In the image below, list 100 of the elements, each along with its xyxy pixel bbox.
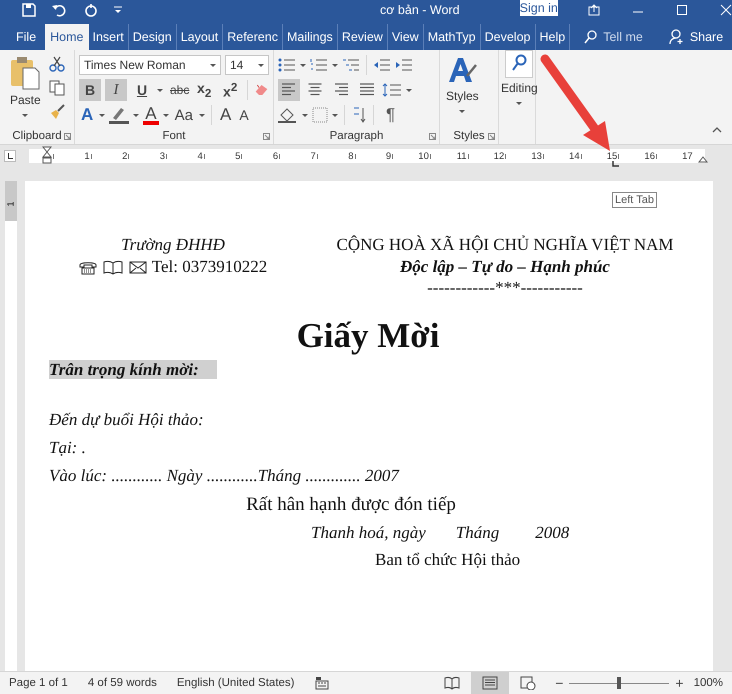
dialog-launcher-icon[interactable] — [64, 133, 71, 140]
ruler-number: 6 — [272, 150, 278, 162]
envelope-icon — [128, 260, 147, 274]
caret-icon[interactable] — [198, 114, 205, 116]
ruler-number: 12 — [494, 150, 504, 162]
page-count[interactable]: Page 1 of 1 — [9, 677, 68, 689]
caret-icon[interactable] — [406, 88, 412, 92]
format-button[interactable]: B — [79, 79, 101, 101]
collapse-ribbon-icon[interactable] — [712, 127, 722, 133]
caret-icon[interactable] — [210, 64, 216, 66]
zoom-in-button[interactable]: + — [675, 675, 684, 691]
dialog-launcher-icon[interactable] — [429, 133, 436, 140]
undo-icon[interactable] — [52, 3, 68, 17]
search-icon — [584, 30, 598, 44]
font-size-field[interactable]: 14 — [225, 55, 269, 75]
caret-icon[interactable] — [157, 88, 163, 92]
text-effects-button[interactable]: A — [79, 105, 96, 125]
shrink-font-button[interactable]: A — [237, 107, 251, 123]
ruler-number: 14 — [569, 150, 580, 162]
ruler-number: 9 — [386, 150, 392, 162]
page-icon — [482, 676, 498, 690]
shading-icon[interactable] — [278, 107, 298, 123]
font-color-button[interactable]: A — [143, 106, 159, 124]
line-spacing-icon[interactable] — [382, 83, 402, 97]
align-right-icon — [333, 82, 349, 96]
caret-icon[interactable] — [302, 114, 308, 116]
ruler-number: 8 — [348, 150, 354, 162]
close-icon[interactable] — [720, 4, 732, 16]
slider-thumb[interactable] — [617, 677, 622, 689]
ribbon-tab[interactable]: Home — [45, 24, 88, 50]
person-icon — [668, 29, 685, 45]
font-name-field[interactable]: Times New Roman — [79, 55, 221, 75]
print-view-button[interactable] — [471, 672, 510, 694]
signature-text: Ban tổ chức Hội thảo — [374, 549, 522, 571]
caret-icon — [516, 102, 522, 105]
scissors-icon[interactable] — [48, 56, 65, 72]
styles-button[interactable]: Styles — [444, 54, 481, 128]
paste-button[interactable]: Paste — [8, 54, 43, 128]
align-center-icon — [307, 82, 323, 96]
globe-page-icon — [520, 676, 536, 690]
zoom-out-button[interactable]: − — [555, 675, 564, 691]
dialog-launcher-icon[interactable] — [263, 133, 270, 140]
word-count[interactable]: 4 of 59 words — [88, 677, 157, 689]
dialog-launcher-icon[interactable] — [488, 133, 495, 140]
alignment-button[interactable] — [278, 79, 300, 101]
customize-icon[interactable] — [114, 6, 122, 14]
tell-me-search[interactable]: Tell me — [578, 24, 649, 50]
motto: Độc lập – Tự do – Hạnh phúc — [400, 256, 610, 278]
school-name: Trường ĐHHĐ — [121, 234, 225, 256]
format-button[interactable]: x$_{2}$ — [193, 79, 216, 101]
numbering-icon[interactable] — [310, 58, 328, 72]
ruler-number: 10 — [418, 150, 429, 162]
decrease-indent-icon[interactable] — [373, 58, 391, 72]
caret-icon[interactable] — [300, 64, 306, 66]
paintbrush-icon[interactable] — [48, 104, 65, 120]
indent-marker-icon[interactable] — [42, 146, 52, 164]
format-button[interactable]: U — [131, 79, 153, 101]
group-label: Font — [162, 130, 186, 142]
format-button[interactable]: x$^{2}$ — [219, 79, 242, 101]
caret-icon[interactable] — [332, 114, 338, 116]
zoom-level[interactable]: 100% — [694, 677, 723, 689]
format-button[interactable]: I — [105, 79, 127, 101]
caret-icon[interactable] — [99, 114, 106, 116]
ribbon-tab[interactable]: File — [12, 24, 46, 50]
share-button[interactable]: Share — [662, 24, 730, 50]
group-label: Paragraph — [330, 130, 384, 142]
save-icon[interactable] — [22, 3, 36, 17]
right-indent-icon[interactable] — [698, 156, 708, 163]
telephone-icon — [78, 260, 97, 274]
national-title: CỘNG HOÀ XÃ HỘI CHỦ NGHĨA VIỆT NAM — [336, 234, 674, 256]
ruler-number: 1 — [84, 150, 90, 162]
grow-font-button[interactable]: A — [218, 105, 234, 125]
ruler-number: 15 — [606, 150, 618, 162]
copy-icon[interactable] — [48, 80, 65, 96]
tab-selector[interactable] — [4, 150, 16, 162]
caret-icon[interactable] — [162, 114, 169, 116]
window-title: cơ bản - Word — [380, 3, 460, 17]
caret-icon[interactable] — [258, 64, 264, 66]
language[interactable]: English (United States) — [176, 677, 294, 689]
caret-icon[interactable] — [332, 64, 338, 66]
sort-icon[interactable] — [351, 107, 367, 123]
book-icon — [102, 260, 123, 274]
bullets-icon[interactable] — [278, 58, 296, 72]
increase-indent-icon[interactable] — [395, 58, 413, 72]
borders-icon[interactable] — [312, 107, 328, 123]
tab-stop-icon[interactable] — [612, 161, 619, 167]
editing-button[interactable]: Editing — [499, 50, 540, 107]
caret-icon[interactable] — [133, 114, 140, 116]
format-button[interactable]: abc — [167, 79, 190, 101]
ruler-number: 1 — [6, 202, 16, 206]
change-case-button[interactable]: Aa — [172, 106, 195, 124]
maximize-icon[interactable] — [676, 4, 688, 16]
multilevel-list-icon[interactable] — [342, 58, 360, 72]
body-text: Trân trọng kính mời: — [49, 360, 217, 379]
ruler-number: 7 — [310, 150, 316, 162]
highlighter-icon[interactable] — [109, 106, 130, 124]
show-marks-button[interactable]: ¶ — [380, 105, 402, 125]
ribbon-display-icon[interactable] — [588, 4, 600, 16]
sign-in-button[interactable]: Sign in — [520, 0, 558, 16]
ruler-number: 5 — [235, 150, 240, 162]
